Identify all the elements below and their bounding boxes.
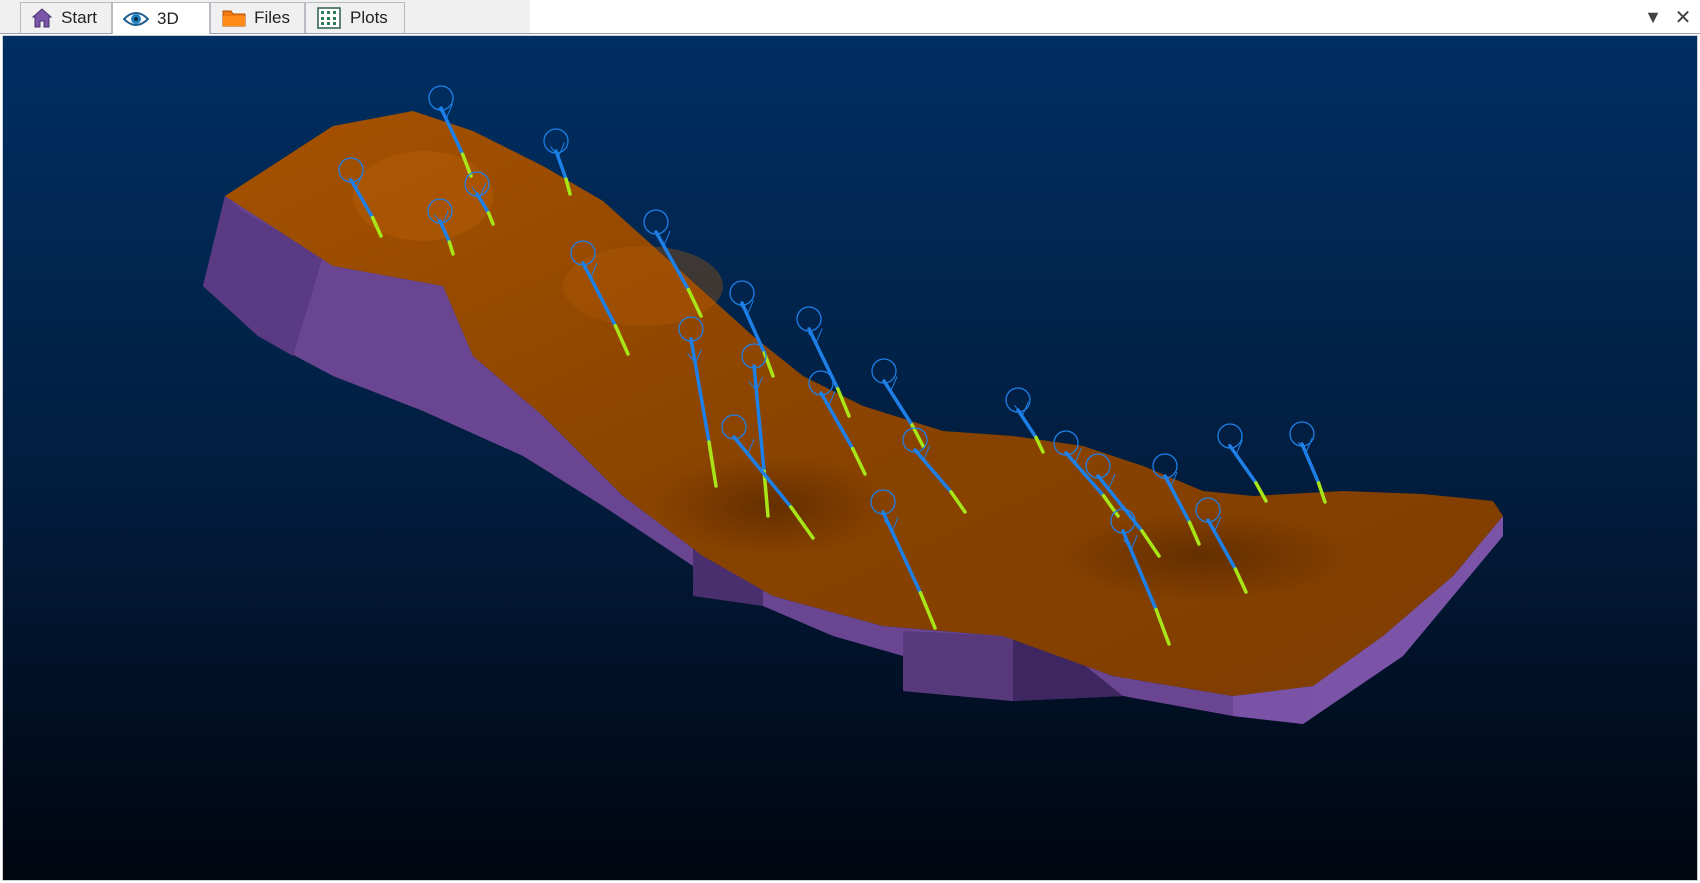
close-icon[interactable]: ✕ xyxy=(1672,6,1694,29)
tab-list-dropdown-button[interactable]: ▼ xyxy=(1642,6,1664,28)
tab-bar: Start 3D Files Plots ▼ ✕ xyxy=(0,0,1700,34)
home-icon xyxy=(31,6,53,30)
tab-start[interactable]: Start xyxy=(20,2,112,33)
tab-3d[interactable]: 3D xyxy=(112,2,210,34)
folder-icon xyxy=(221,6,246,30)
3d-scene xyxy=(3,36,1697,880)
eye-icon xyxy=(123,7,149,31)
tab-plots-label: Plots xyxy=(350,8,388,27)
tab-files[interactable]: Files xyxy=(210,2,305,33)
3d-viewport[interactable] xyxy=(2,35,1698,881)
plot-grid-icon xyxy=(316,6,342,30)
tab-plots[interactable]: Plots xyxy=(305,2,405,33)
tab-files-label: Files xyxy=(254,8,290,27)
tab-3d-label: 3D xyxy=(157,8,179,28)
tab-start-label: Start xyxy=(61,8,97,27)
